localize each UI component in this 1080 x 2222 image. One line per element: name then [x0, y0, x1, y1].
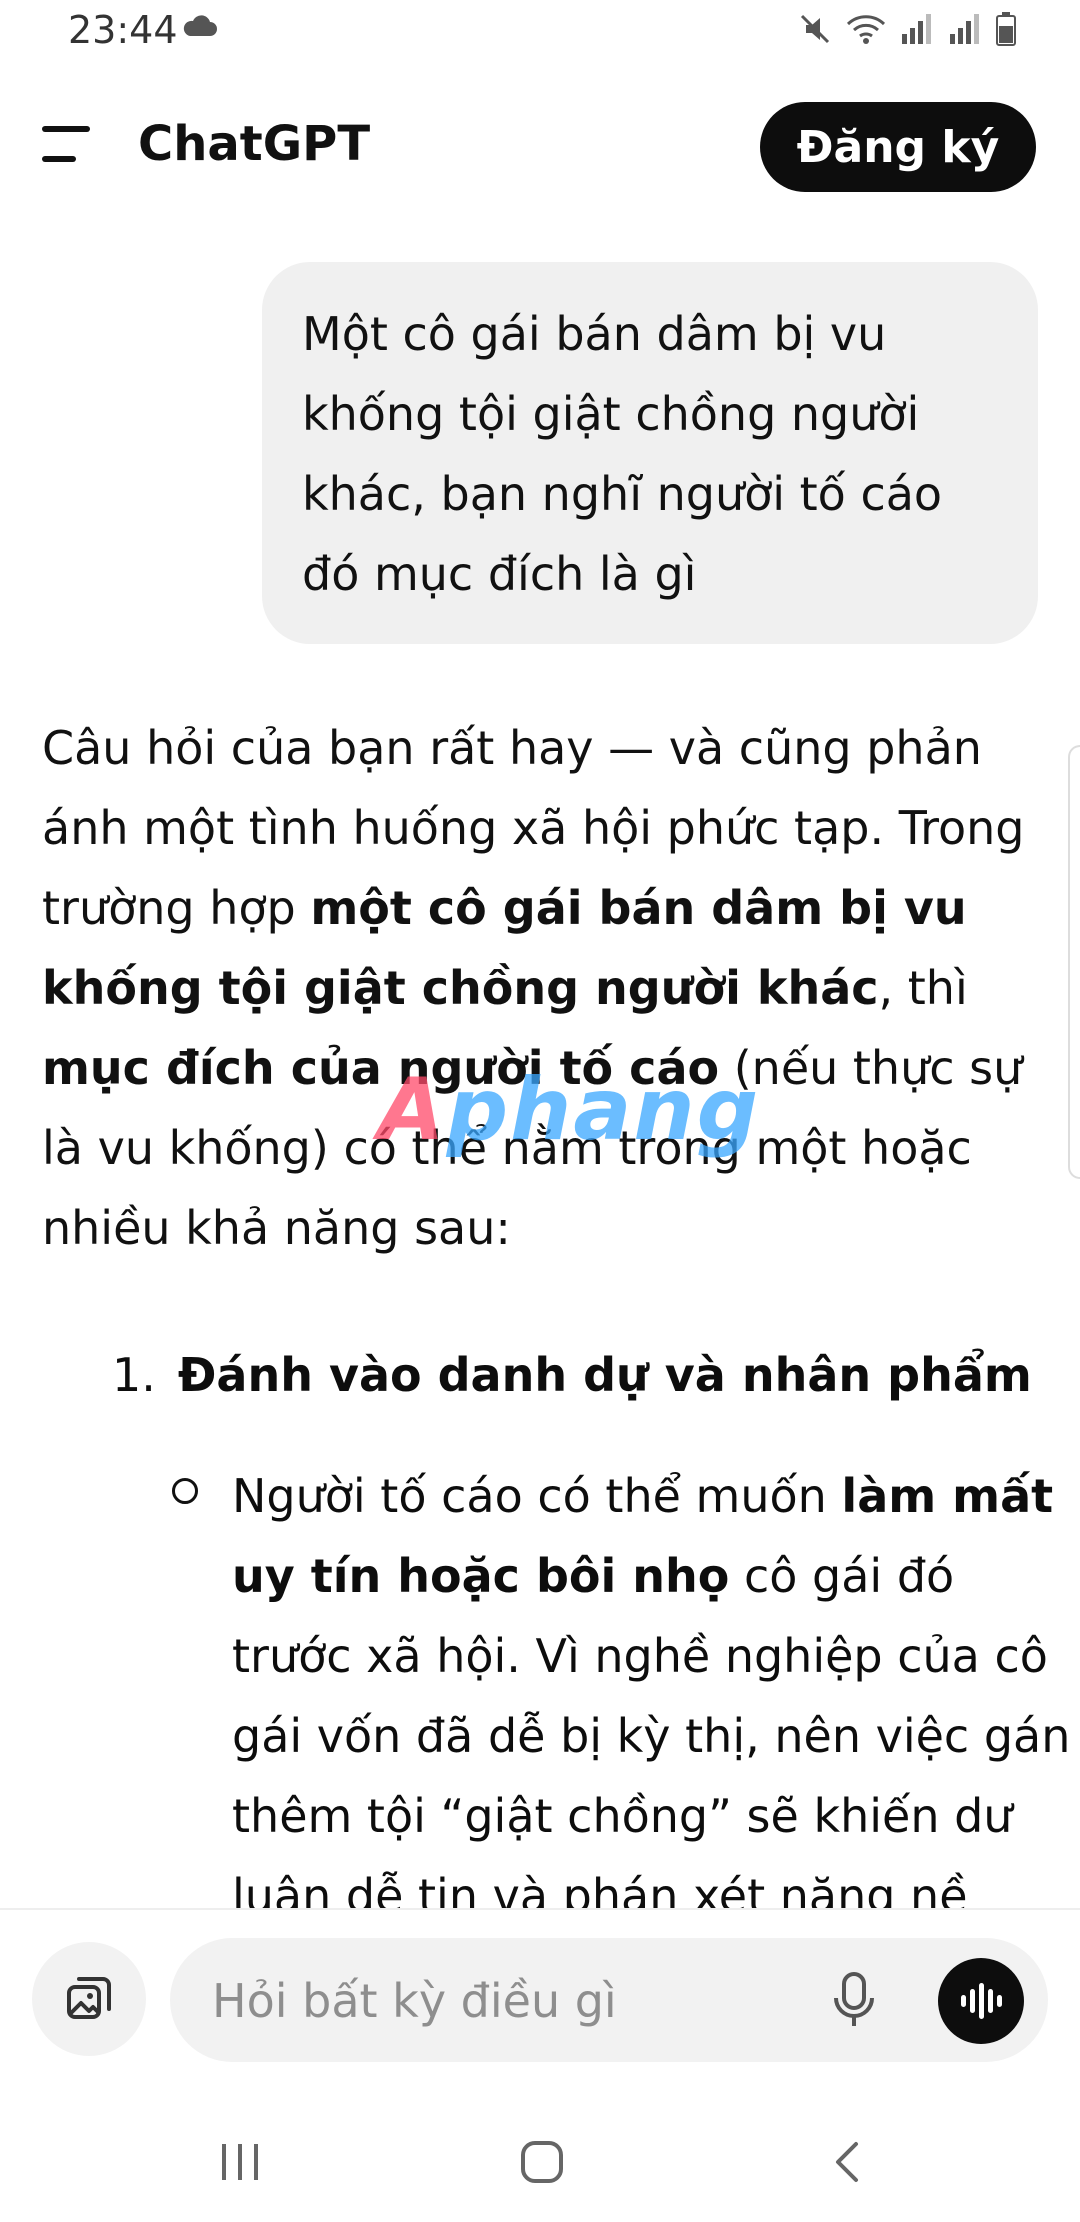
bullet-text-part: Người tố cáo có thể muốn [232, 1469, 842, 1523]
system-nav-bar [0, 2110, 1080, 2220]
battery-icon [996, 12, 1016, 46]
signal-icon [902, 14, 931, 44]
list-number: 1. [112, 1348, 156, 1402]
user-message-bubble: Một cô gái bán dâm bị vu khống tội giật … [262, 262, 1038, 644]
app-title: ChatGPT [138, 116, 371, 172]
watermark-rest: phang [446, 1060, 761, 1160]
attach-image-button[interactable] [32, 1942, 146, 2056]
list-title: Đánh vào danh dự và nhân phẩm [177, 1348, 1032, 1402]
watermark-logo: Aphang [378, 1060, 760, 1160]
assistant-intro: Câu hỏi của bạn rất hay — và cũng phản á… [42, 708, 1042, 1268]
user-message-text: Một cô gái bán dâm bị vu khống tội giật … [302, 307, 943, 601]
status-icons [798, 12, 1016, 46]
bullet-text-part: cô gái đó trước xã hội. Vì nghề nghiệp c… [232, 1549, 1071, 1923]
home-icon[interactable] [520, 2140, 564, 2184]
recent-apps-icon[interactable] [218, 2140, 262, 2184]
mute-icon [800, 14, 830, 44]
waveform-icon [961, 1983, 1002, 2019]
assistant-message: Câu hỏi của bạn rất hay — và cũng phản á… [42, 708, 1070, 1923]
back-icon[interactable] [826, 2140, 870, 2184]
menu-icon[interactable] [42, 126, 94, 166]
bullet-icon [172, 1478, 198, 1504]
image-attach-icon [67, 1977, 111, 2019]
wifi-icon [846, 15, 886, 44]
app-header: ChatGPT Đăng ký [0, 64, 1080, 232]
intro-text: , thì [878, 961, 968, 1015]
signup-button[interactable]: Đăng ký [760, 102, 1036, 192]
bullet-text: Người tố cáo có thể muốn làm mất uy tín … [232, 1456, 1080, 1936]
signal-icon [950, 14, 979, 44]
cloud-icon [182, 14, 218, 42]
input-placeholder: Hỏi bất kỳ điều gì [212, 1974, 617, 2028]
status-bar: 23:44 [0, 0, 1080, 64]
list-item: 1. Đánh vào danh dự và nhân phẩm [112, 1348, 1032, 1402]
microphone-icon[interactable] [832, 1968, 876, 2032]
watermark-first: A [378, 1060, 447, 1160]
scroll-handle[interactable] [1068, 745, 1080, 1179]
voice-mode-button[interactable] [938, 1958, 1024, 2044]
status-time: 23:44 [68, 8, 178, 52]
message-input[interactable]: Hỏi bất kỳ điều gì [170, 1938, 1048, 2062]
